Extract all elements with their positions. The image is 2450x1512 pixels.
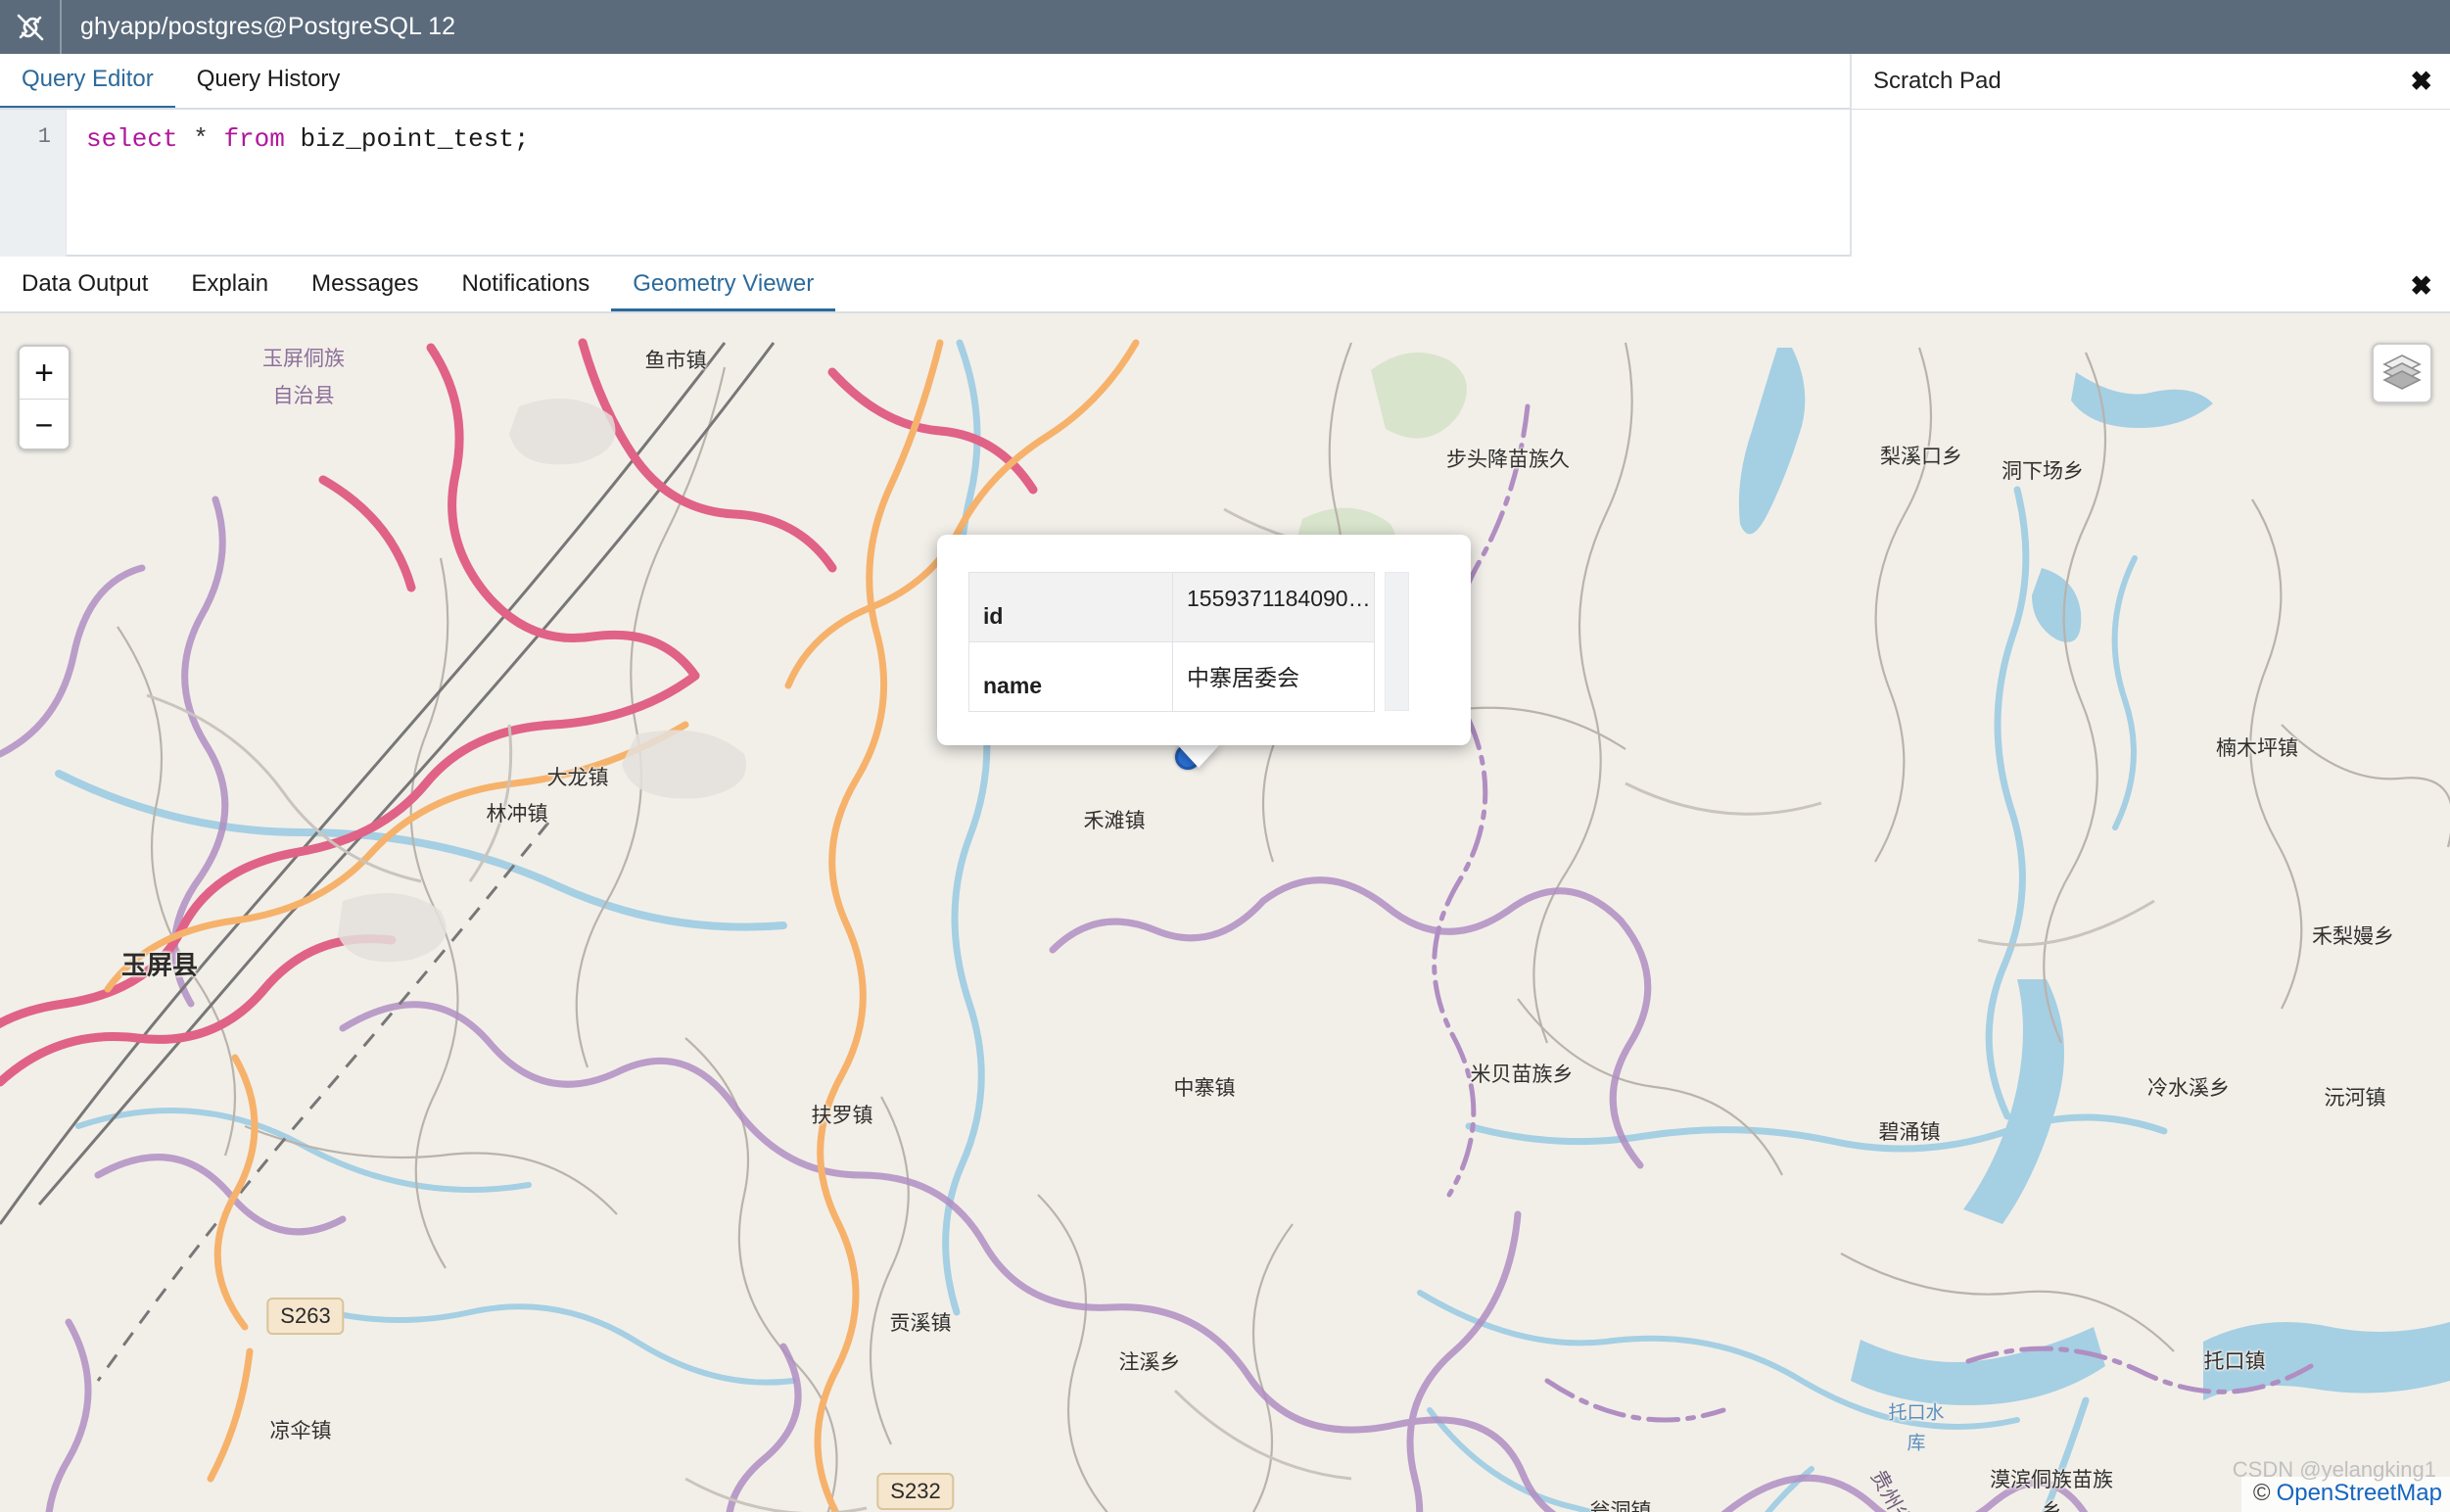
output-tab-row: Data Output Explain Messages Notificatio…	[0, 259, 2450, 313]
attribute-key-name: name	[969, 642, 1173, 712]
attribute-value-id: 1559371184090…	[1173, 573, 1375, 642]
attribute-value-name: 中寨居委会	[1173, 642, 1375, 712]
popup-tip	[1175, 742, 1222, 768]
tab-geometry-viewer[interactable]: Geometry Viewer	[611, 259, 835, 313]
tab-explain[interactable]: Explain	[169, 259, 290, 313]
sql-code-line[interactable]: select * from biz_point_test;	[86, 124, 530, 154]
table-row: id 1559371184090…	[969, 573, 1375, 642]
editor-gutter: 1	[0, 110, 67, 257]
zoom-in-button[interactable]: +	[20, 347, 69, 399]
output-tabs: Data Output Explain Messages Notificatio…	[0, 259, 835, 313]
map-layers-button[interactable]	[2372, 343, 2432, 403]
map-tiles	[0, 313, 2450, 1512]
sql-keyword-from: from	[223, 124, 284, 154]
feature-attribute-table: id 1559371184090… name 中寨居委会	[968, 572, 1375, 712]
attribute-key-id: id	[969, 573, 1173, 642]
scratch-pad-body[interactable]	[1850, 110, 2450, 257]
road-shield: S263	[266, 1298, 344, 1335]
tab-query-history[interactable]: Query History	[175, 54, 362, 106]
popup-content: id 1559371184090… name 中寨居委会	[968, 572, 1409, 711]
disconnected-plug-icon	[0, 0, 62, 54]
scratch-pad-header: Scratch Pad ✖	[1850, 54, 2450, 109]
tab-notifications[interactable]: Notifications	[441, 259, 612, 313]
tab-query-editor[interactable]: Query Editor	[0, 54, 175, 111]
close-icon[interactable]: ✖	[2410, 69, 2432, 95]
close-icon[interactable]: ✖	[2410, 271, 2432, 302]
copyright-icon: ©	[2253, 1480, 2271, 1507]
titlebar: ghyapp/postgres@PostgreSQL 12	[0, 0, 2450, 54]
connection-title: ghyapp/postgres@PostgreSQL 12	[62, 13, 455, 41]
line-number: 1	[0, 110, 66, 149]
map-zoom-control[interactable]: + −	[18, 345, 71, 450]
road-shield: S232	[876, 1473, 954, 1510]
sql-space-1	[178, 124, 194, 154]
sql-space-2	[209, 124, 224, 154]
tab-data-output[interactable]: Data Output	[0, 259, 169, 313]
sql-star: *	[193, 124, 209, 154]
openstreetmap-link[interactable]: OpenStreetMap	[2277, 1480, 2442, 1507]
sql-keyword-select: select	[86, 124, 178, 154]
feature-popup[interactable]: id 1559371184090… name 中寨居委会	[937, 535, 1471, 745]
layers-stack-icon	[2381, 351, 2423, 397]
zoom-out-button[interactable]: −	[20, 399, 69, 450]
query-tabs: Query Editor Query History	[0, 54, 361, 109]
geometry-map[interactable]: 玉屏侗族自治县鱼市镇步头降苗族久梨溪口乡洞下场乡楠木坪镇大龙镇禾滩镇林冲镇玉屏县…	[0, 313, 2450, 1512]
table-row: name 中寨居委会	[969, 642, 1375, 712]
tab-messages[interactable]: Messages	[290, 259, 440, 313]
popup-scrollbar[interactable]	[1385, 572, 1409, 711]
sql-table-name: biz_point_test;	[285, 124, 530, 154]
sql-editor[interactable]: 1 select * from biz_point_test;	[0, 110, 1850, 257]
csdn-watermark: CSDN @yelangking1	[2233, 1457, 2436, 1483]
scratch-pad-title: Scratch Pad	[1873, 68, 2002, 95]
